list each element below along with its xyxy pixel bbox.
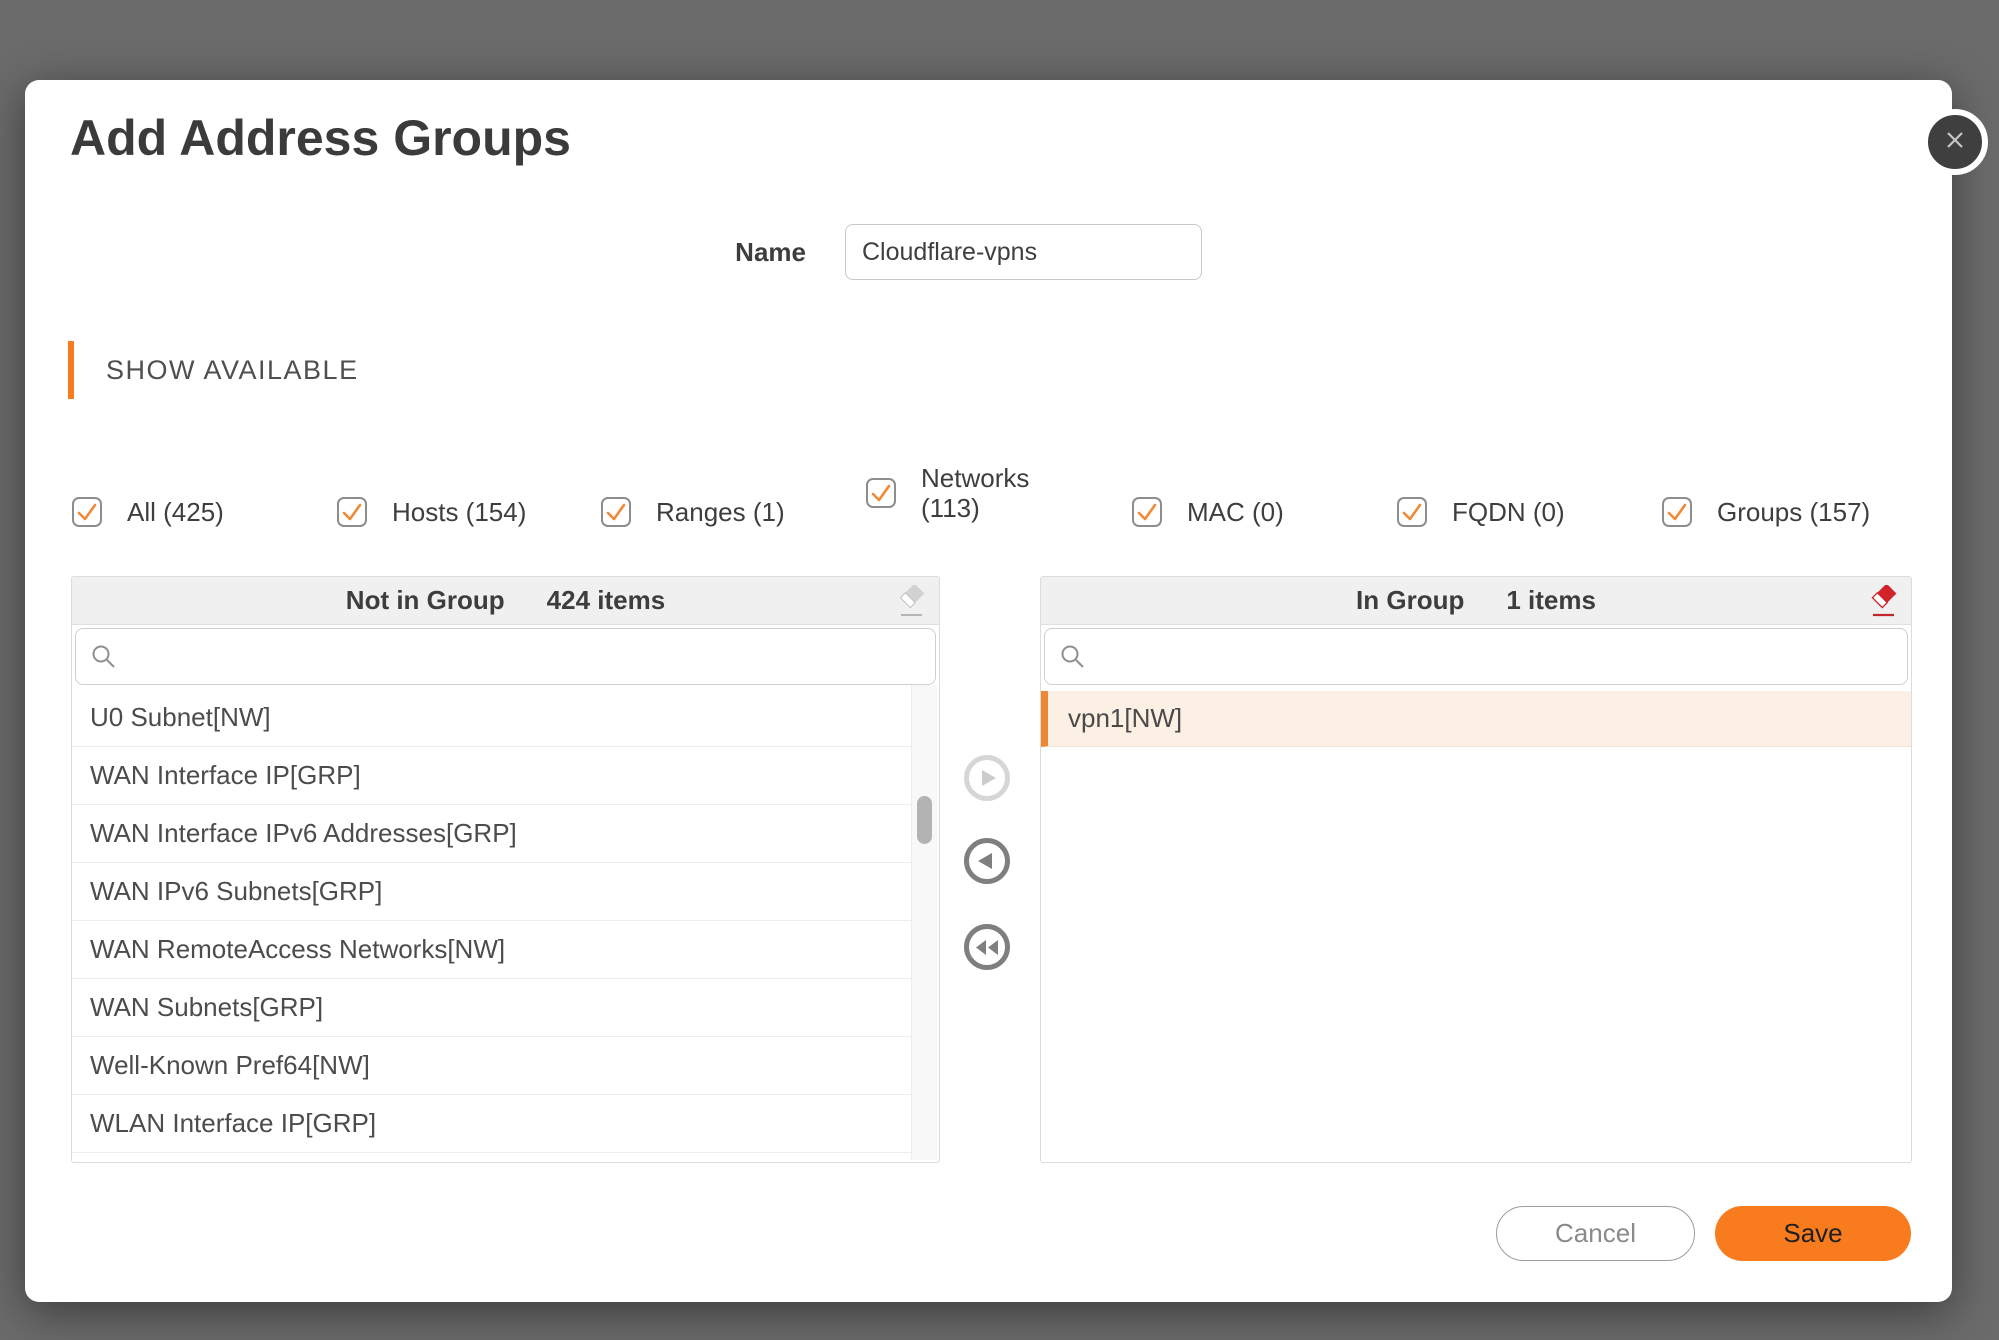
checkbox-checked-icon (601, 497, 631, 527)
checkbox-checked-icon (72, 497, 102, 527)
list-item-label: vpn1[NW] (1068, 703, 1182, 734)
arrow-right-icon (972, 763, 1002, 793)
panel-count: 1 items (1506, 585, 1596, 616)
list-item[interactable]: WAN RemoteAccess Networks[NW] (72, 921, 911, 979)
page-title: Add Address Groups (70, 108, 571, 168)
section-accent-bar (68, 341, 74, 399)
save-button-label: Save (1783, 1218, 1842, 1249)
clear-list-eraser-red-icon[interactable] (1867, 585, 1899, 619)
filter-label: Groups (157) (1717, 497, 1870, 527)
in-group-header: In Group 1 items (1041, 577, 1911, 625)
list-item-label: U0 Subnet[NW] (90, 702, 271, 733)
list-item-label: WAN Interface IP[GRP] (90, 760, 361, 791)
checkbox-checked-icon (1662, 497, 1692, 527)
search-icon (90, 643, 118, 671)
arrow-left-icon (972, 846, 1002, 876)
filter-label: Hosts (154) (392, 497, 526, 527)
filter-label: MAC (0) (1187, 497, 1284, 527)
filter-label: Networks (113) (921, 463, 1029, 523)
add-address-groups-dialog: Add Address Groups Name SHOW AVAILABLE A… (25, 80, 1952, 1302)
list-item-label: WAN IPv6 Subnets[GRP] (90, 876, 382, 907)
move-left-button[interactable] (964, 838, 1010, 884)
list-item-label: WAN Subnets[GRP] (90, 992, 323, 1023)
search-input[interactable] (118, 629, 935, 684)
list-item[interactable]: U0 Subnet[NW] (72, 689, 911, 747)
section-title: SHOW AVAILABLE (106, 356, 359, 385)
list-item[interactable]: WAN Subnets[GRP] (72, 979, 911, 1037)
in-group-panel: In Group 1 items vpn1[NW] (1040, 576, 1912, 1163)
list-item-label: WAN RemoteAccess Networks[NW] (90, 934, 505, 965)
search-icon (1059, 643, 1087, 671)
panel-title: Not in Group (346, 585, 505, 616)
filter-checkbox-ranges[interactable]: Ranges (1) (601, 497, 785, 527)
close-button[interactable] (1922, 109, 1988, 175)
move-right-button[interactable] (964, 755, 1010, 801)
filter-checkbox-all[interactable]: All (425) (72, 497, 224, 527)
name-input[interactable] (845, 224, 1202, 280)
move-all-left-button[interactable] (964, 924, 1010, 970)
clear-list-eraser-icon[interactable] (895, 585, 927, 619)
not-in-group-panel: Not in Group 424 items U0 Subnet[NW] (71, 576, 940, 1163)
not-in-group-header: Not in Group 424 items (72, 577, 939, 625)
filter-label-line1: Networks (921, 463, 1029, 493)
filter-checkbox-fqdn[interactable]: FQDN (0) (1397, 497, 1565, 527)
not-in-group-search (75, 628, 936, 685)
list-item-label: WAN Interface IPv6 Addresses[GRP] (90, 818, 517, 849)
filter-label: Ranges (1) (656, 497, 785, 527)
name-field-label: Name (656, 237, 806, 267)
cancel-button[interactable]: Cancel (1496, 1206, 1695, 1261)
cancel-button-label: Cancel (1555, 1218, 1636, 1249)
scrollbar-track[interactable] (911, 685, 937, 1160)
checkbox-checked-icon (866, 478, 896, 508)
list-item[interactable]: Well-Known Pref64[NW] (72, 1037, 911, 1095)
checkbox-checked-icon (1397, 497, 1427, 527)
list-item-label: Well-Known Pref64[NW] (90, 1050, 370, 1081)
panel-count: 424 items (547, 585, 666, 616)
filter-label-line2: (113) (921, 493, 1029, 523)
list-item[interactable]: WAN Interface IP[GRP] (72, 747, 911, 805)
checkbox-checked-icon (337, 497, 367, 527)
list-item[interactable]: WLAN Interface IP[GRP] (72, 1095, 911, 1153)
search-input[interactable] (1087, 629, 1907, 684)
list-item[interactable]: WAN Interface IPv6 Addresses[GRP] (72, 805, 911, 863)
filter-checkbox-groups[interactable]: Groups (157) (1662, 497, 1870, 527)
checkbox-checked-icon (1132, 497, 1162, 527)
filter-label: FQDN (0) (1452, 497, 1565, 527)
filter-checkbox-hosts[interactable]: Hosts (154) (337, 497, 526, 527)
in-group-list: vpn1[NW] (1041, 689, 1911, 1162)
filter-checkbox-networks[interactable]: Networks (113) (866, 463, 1029, 523)
in-group-search (1044, 628, 1908, 685)
filter-checkbox-mac[interactable]: MAC (0) (1132, 497, 1284, 527)
list-item[interactable]: WAN IPv6 Subnets[GRP] (72, 863, 911, 921)
double-arrow-left-icon (972, 932, 1002, 962)
list-item-label: WLAN Interface IP[GRP] (90, 1108, 376, 1139)
scrollbar-thumb[interactable] (917, 796, 932, 844)
filter-label: All (425) (127, 497, 224, 527)
not-in-group-list: U0 Subnet[NW] WAN Interface IP[GRP] WAN … (72, 689, 939, 1162)
save-button[interactable]: Save (1715, 1206, 1911, 1261)
close-icon (1940, 125, 1970, 160)
list-item-selected[interactable]: vpn1[NW] (1041, 691, 1911, 747)
panel-title: In Group (1356, 585, 1464, 616)
